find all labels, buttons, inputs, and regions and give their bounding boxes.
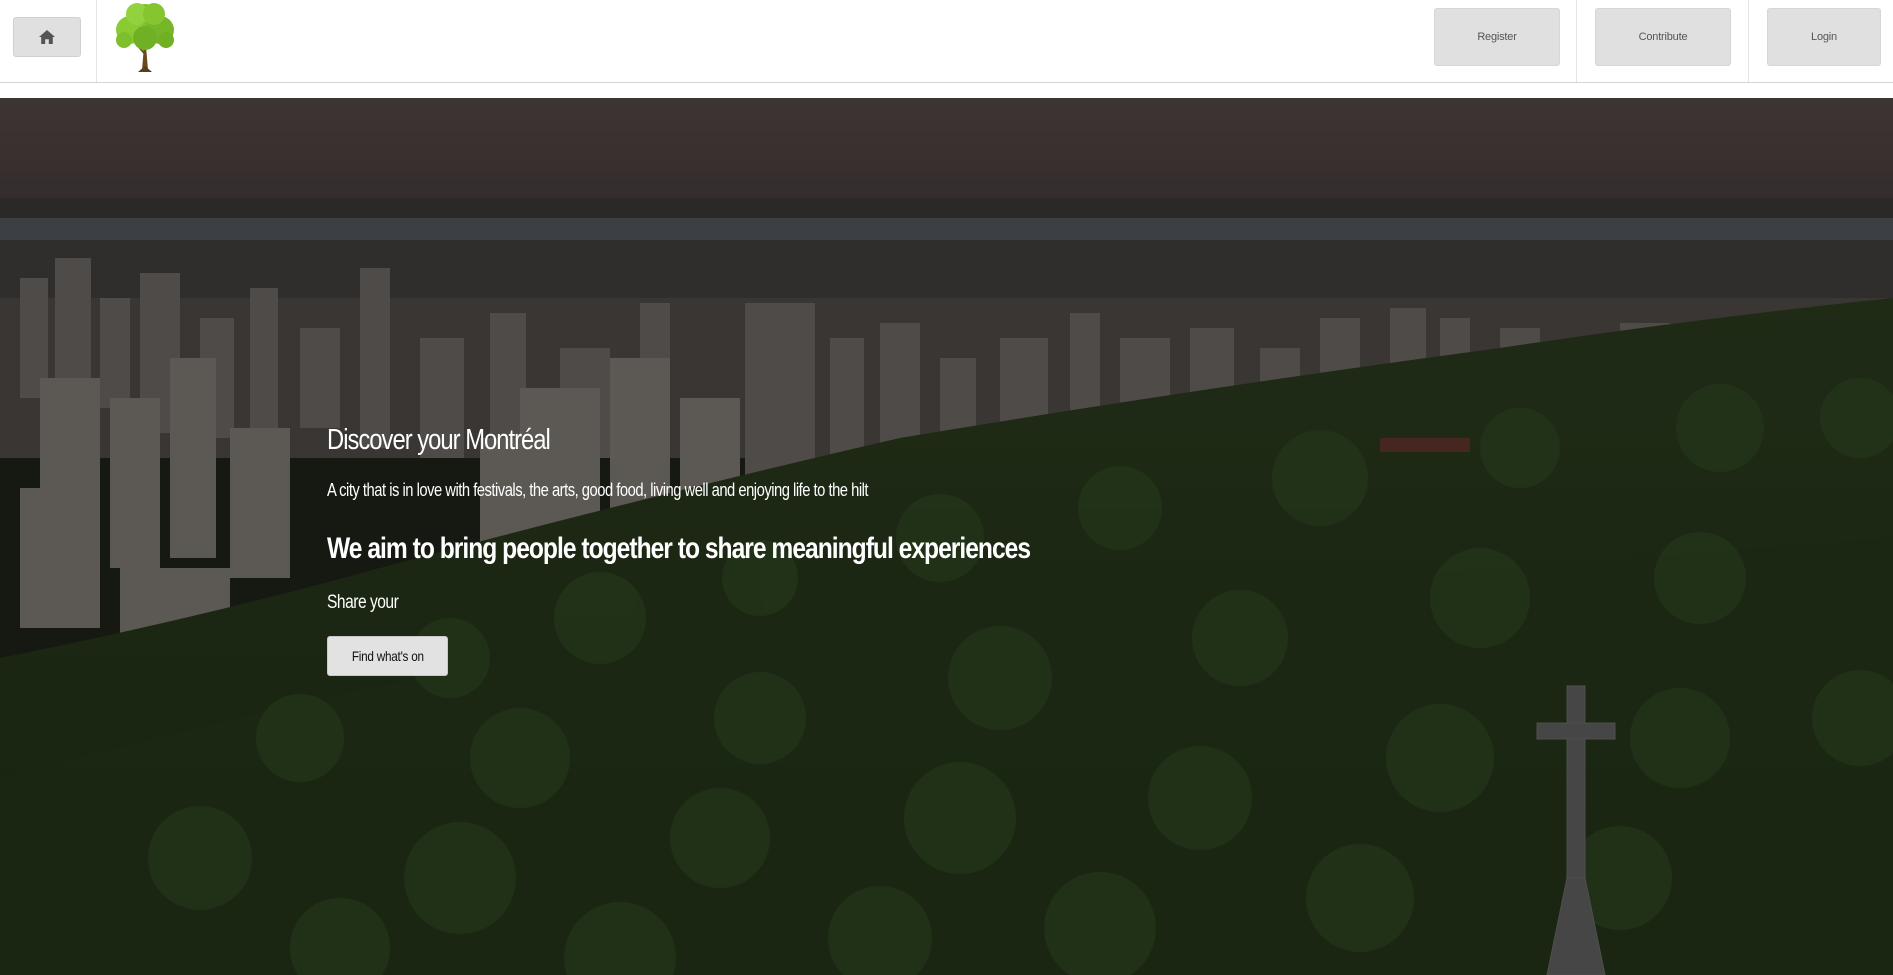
- home-button[interactable]: [13, 17, 81, 57]
- login-button[interactable]: Login: [1767, 8, 1881, 66]
- find-whats-on-label: Find what's on: [351, 648, 424, 664]
- hero-title: Discover your Montréal: [327, 424, 551, 456]
- home-icon: [39, 30, 55, 44]
- register-button[interactable]: Register: [1434, 8, 1560, 66]
- top-navbar: Register Contribute Login: [0, 0, 1893, 83]
- nav-divider: [1576, 0, 1577, 82]
- tree-icon[interactable]: [104, 0, 186, 74]
- contribute-button[interactable]: Contribute: [1595, 8, 1731, 66]
- nav-divider: [1748, 0, 1749, 82]
- hero-share-text: Share your: [327, 592, 399, 613]
- nav-divider: [96, 0, 97, 82]
- find-whats-on-button[interactable]: Find what's on: [327, 636, 448, 676]
- hero-section: Discover your Montréal A city that is in…: [0, 98, 1893, 975]
- hero-mission-heading: We aim to bring people together to share…: [327, 532, 1031, 565]
- hero-subtitle: A city that is in love with festivals, t…: [327, 480, 869, 500]
